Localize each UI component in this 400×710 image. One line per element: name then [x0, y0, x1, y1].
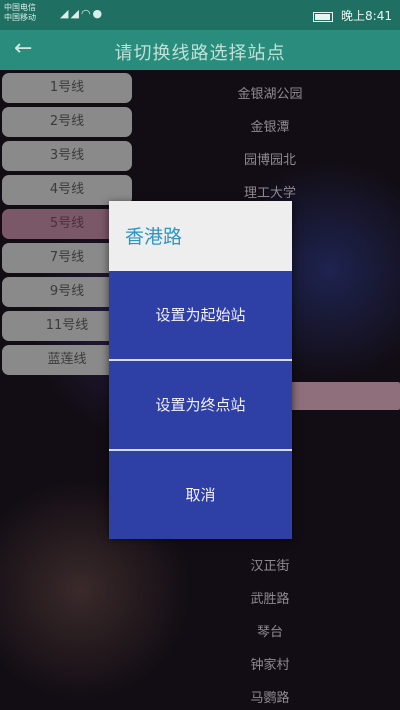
- signal-icon: ◢: [60, 7, 71, 20]
- battery-fill: [315, 13, 331, 20]
- station-list-top: 金银湖公园 金银潭 园博园北 理工大学: [180, 78, 360, 210]
- clock: 晚上8:41: [341, 9, 392, 23]
- station-action-dialog: 香港路 设置为起始站 设置为终点站 取消: [109, 201, 292, 539]
- carrier-info: 中国电信 中国移动: [4, 3, 36, 23]
- battery-icon: [313, 11, 334, 22]
- station-item[interactable]: 琴台: [180, 616, 360, 649]
- station-item[interactable]: 钟家村: [180, 649, 360, 682]
- station-item[interactable]: 园博园北: [180, 144, 360, 177]
- app-bar: ← 请切换线路选择站点: [0, 30, 400, 70]
- line-item-3[interactable]: 3号线: [2, 141, 132, 171]
- carrier-1: 中国电信: [4, 3, 36, 12]
- station-item[interactable]: 金银湖公园: [180, 78, 360, 111]
- page-title: 请切换线路选择站点: [114, 43, 286, 64]
- cancel-button[interactable]: 取消: [109, 451, 292, 539]
- selected-station-highlight: [290, 382, 400, 410]
- station-item[interactable]: 金银潭: [180, 111, 360, 144]
- wifi-icon: ◠: [80, 7, 93, 20]
- station-list-bottom: 汉正街 武胜路 琴台 钟家村 马鹦路: [180, 550, 360, 710]
- dialog-title: 香港路: [109, 201, 292, 271]
- notification-icon: ●: [92, 7, 105, 20]
- line-item-1[interactable]: 1号线: [2, 73, 132, 103]
- station-item[interactable]: 汉正街: [180, 550, 360, 583]
- set-end-button[interactable]: 设置为终点站: [109, 361, 292, 449]
- carrier-2: 中国移动: [4, 13, 36, 22]
- set-start-button[interactable]: 设置为起始站: [109, 271, 292, 359]
- signal-icons: ◢◢◠●: [60, 7, 104, 20]
- signal-icon-2: ◢: [70, 7, 81, 20]
- station-item[interactable]: 武胜路: [180, 583, 360, 616]
- station-item[interactable]: 马鹦路: [180, 682, 360, 710]
- status-right: 晚上8:41: [313, 7, 392, 24]
- line-item-2[interactable]: 2号线: [2, 107, 132, 137]
- status-bar: 中国电信 中国移动 ◢◢◠● 晚上8:41: [0, 0, 400, 30]
